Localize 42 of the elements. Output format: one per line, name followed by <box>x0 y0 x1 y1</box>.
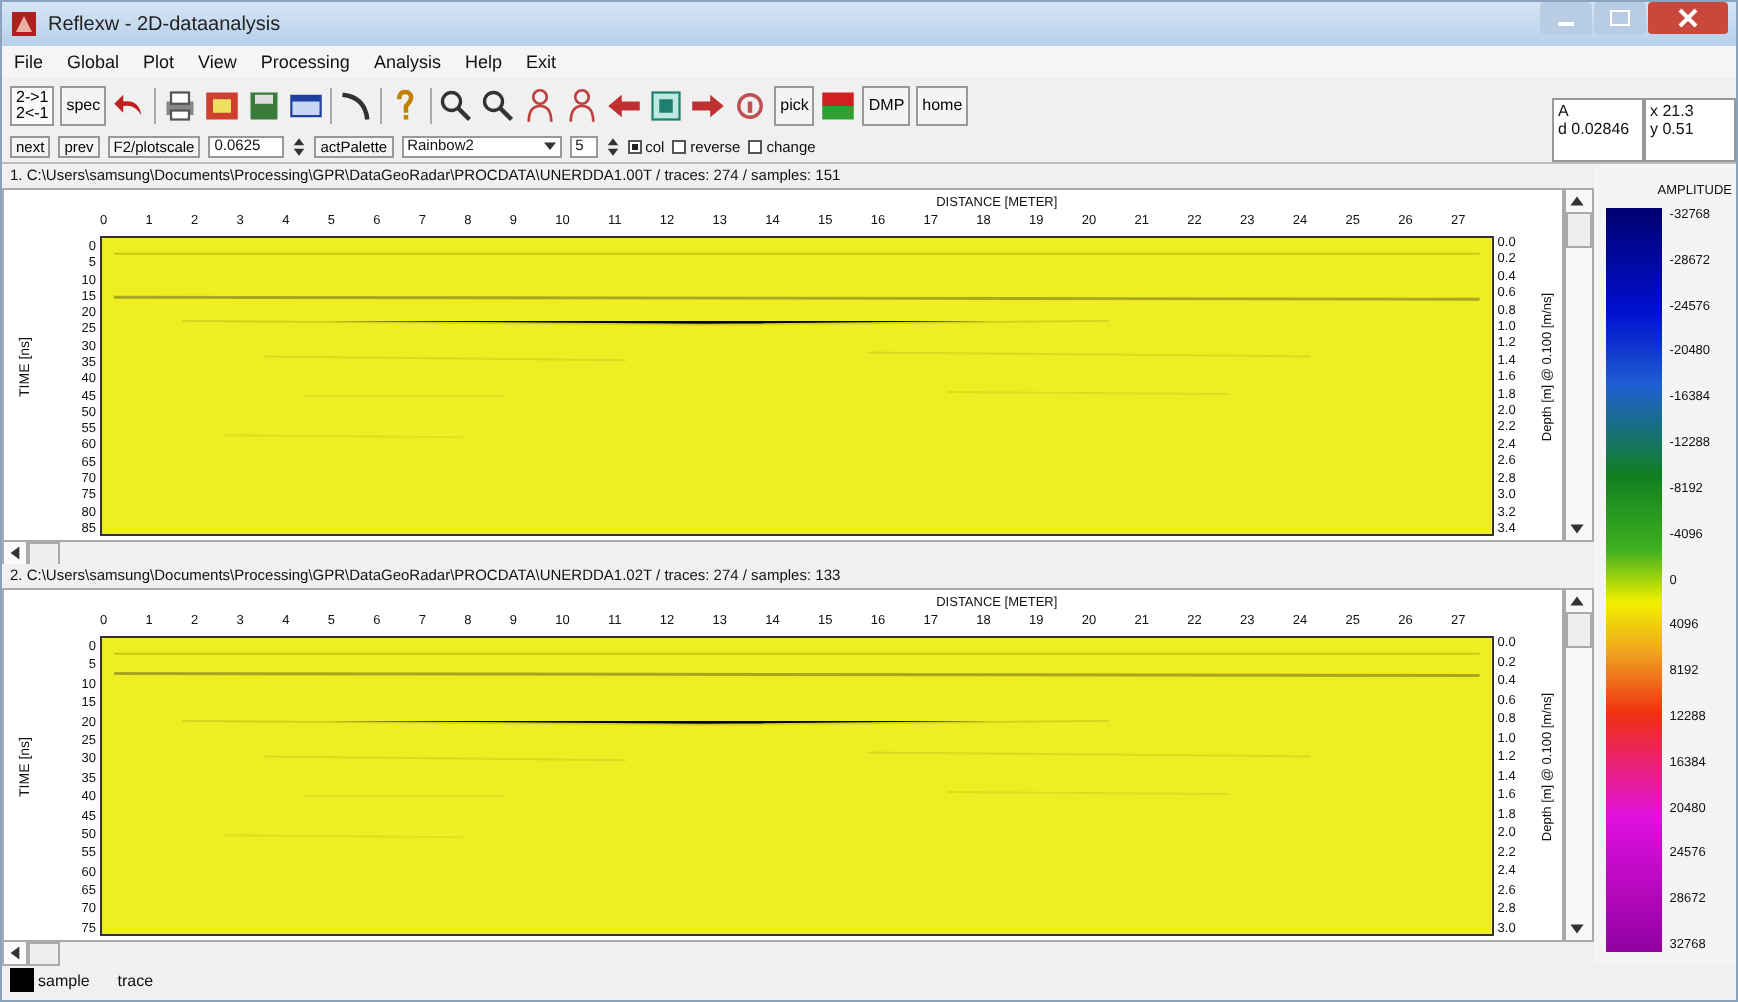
zoom-icon[interactable] <box>480 88 517 124</box>
person-icon[interactable] <box>564 88 601 124</box>
menu-item[interactable]: Global <box>67 52 120 72</box>
menu-item[interactable]: View <box>198 52 237 72</box>
spinner-icon[interactable] <box>605 135 620 157</box>
swatch-icon <box>10 968 34 992</box>
zoom-icon[interactable] <box>438 88 475 124</box>
dmp-button[interactable]: DMP <box>862 86 911 126</box>
readout-box: A d 0.02846 <box>1552 98 1644 162</box>
scroll-thumb[interactable] <box>1565 212 1592 248</box>
window-title: Reflexw - 2D-dataanalysis <box>48 13 281 35</box>
square-icon[interactable] <box>648 88 685 124</box>
curve-icon[interactable] <box>338 88 375 124</box>
vertical-scrollbar[interactable] <box>1563 588 1594 942</box>
menu-item[interactable]: File <box>14 52 44 72</box>
menu-item[interactable]: Exit <box>525 52 556 72</box>
scroll-left-icon[interactable] <box>2 540 28 566</box>
menu-item[interactable]: Processing <box>260 52 350 72</box>
status-text: trace <box>117 971 154 989</box>
readout-box: x 21.3 y 0.51 <box>1644 98 1736 162</box>
swap-button[interactable]: 2->1 2<-1 <box>10 86 55 126</box>
status-text: sample <box>38 971 90 989</box>
color-block-icon[interactable] <box>820 88 857 124</box>
picture-icon[interactable] <box>204 88 241 124</box>
menu-item[interactable]: Help <box>464 52 502 72</box>
close-icon[interactable] <box>1648 2 1728 34</box>
circle-icon[interactable] <box>732 88 769 124</box>
menu-item[interactable]: Analysis <box>373 52 441 72</box>
person-icon[interactable] <box>522 88 559 124</box>
scroll-left-icon[interactable] <box>2 940 28 966</box>
menu-item[interactable]: Plot <box>143 52 175 72</box>
scroll-thumb[interactable] <box>28 941 60 965</box>
caret-icon <box>543 141 556 151</box>
printer-icon[interactable] <box>162 88 199 124</box>
spec-button[interactable]: spec <box>60 86 107 126</box>
spinner-icon[interactable] <box>292 135 307 157</box>
pick-button[interactable]: pick <box>774 86 815 126</box>
vertical-scrollbar[interactable] <box>1563 188 1594 542</box>
app-icon <box>10 10 38 38</box>
home-button[interactable]: home <box>916 86 969 126</box>
scroll-thumb[interactable] <box>1565 612 1592 648</box>
scroll-thumb[interactable] <box>28 541 60 565</box>
